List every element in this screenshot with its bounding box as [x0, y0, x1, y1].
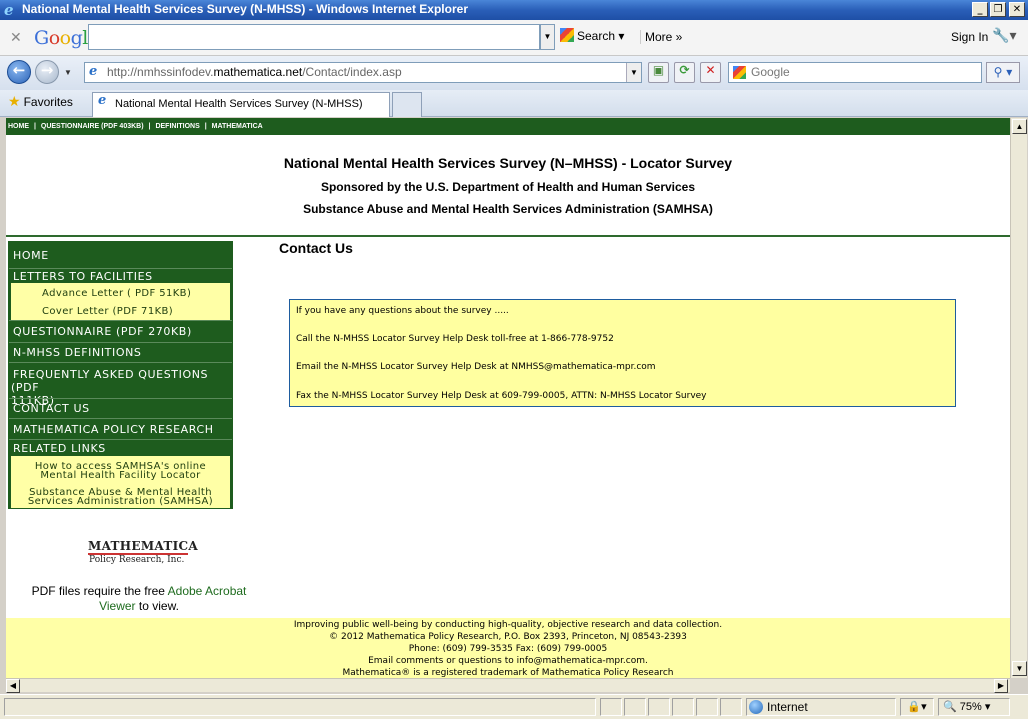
- menu-item-faq[interactable]: FREQUENTLY ASKED QUESTIONS (PDF 111KB): [9, 362, 232, 407]
- menu-item-contact[interactable]: CONTACT US: [9, 398, 232, 418]
- menu-item-related-links: RELATED LINKS: [9, 439, 232, 457]
- samhsa-locator-link[interactable]: How to access SAMHSA's online Mental Heal…: [11, 462, 230, 482]
- search-box-input[interactable]: Google: [728, 62, 982, 83]
- contact-fax: Fax the N-MHSS Locator Survey Help Desk …: [296, 391, 707, 401]
- horizontal-scrollbar[interactable]: ◀ ▶: [6, 678, 1010, 693]
- page-header: National Mental Health Services Survey (…: [6, 135, 1010, 237]
- status-cell: [600, 698, 622, 716]
- logo-name: MATHEMATICA: [88, 539, 198, 555]
- favorites-button[interactable]: ★ Favorites: [8, 94, 73, 110]
- google-more-button[interactable]: More »: [640, 30, 682, 44]
- top-nav: HOME | QUESTIONNAIRE (PDF 403KB) | DEFIN…: [6, 118, 1010, 135]
- tab-active[interactable]: e National Mental Health Services Survey…: [92, 92, 390, 117]
- page-icon: e: [98, 93, 107, 108]
- menu-item-definitions[interactable]: N-MHSS DEFINITIONS: [9, 342, 232, 362]
- footer-email: Email comments or questions to info@math…: [368, 656, 648, 666]
- status-bar: Internet 🔒▾ 🔍 75% ▾: [0, 694, 1028, 719]
- protected-mode-icon[interactable]: 🔒▾: [900, 698, 934, 716]
- status-text: [4, 698, 596, 716]
- page-sponsor: Sponsored by the U.S. Department of Heal…: [320, 180, 696, 194]
- forward-button[interactable]: →: [35, 60, 59, 84]
- search-go-button[interactable]: ⚲ ▾: [986, 62, 1020, 83]
- letters-submenu: Advance Letter ( PDF 51KB) Cover Letter …: [11, 283, 230, 320]
- address-bar-row: ← → ▼ e http://nmhssinfodev.mathematica.…: [0, 56, 1028, 90]
- mathematica-logo[interactable]: MATHEMATICA Policy Research, Inc.: [88, 539, 198, 565]
- topnav-definitions-link[interactable]: DEFINITIONS: [155, 123, 199, 130]
- window-titlebar: e National Mental Health Services Survey…: [0, 0, 1028, 20]
- google-search-button[interactable]: Search ▾: [560, 28, 624, 43]
- google-search-input[interactable]: [88, 24, 540, 50]
- ie-logo-icon: e: [4, 1, 14, 19]
- contact-email: Email the N-MHSS Locator Survey Help Des…: [296, 362, 656, 372]
- refresh-icon[interactable]: ⟳: [674, 62, 695, 83]
- contact-intro: If you have any questions about the surv…: [296, 306, 509, 316]
- page-footer: Improving public well-being by conductin…: [6, 618, 1010, 678]
- globe-icon: [749, 700, 763, 714]
- minimize-button[interactable]: _: [972, 2, 988, 17]
- new-tab-button[interactable]: [392, 92, 422, 117]
- scroll-up-icon[interactable]: ▲: [1012, 119, 1027, 134]
- topnav-questionnaire-link[interactable]: QUESTIONNAIRE (PDF 403KB): [41, 123, 144, 130]
- contact-phone: Call the N-MHSS Locator Survey Help Desk…: [296, 334, 614, 344]
- menu-item-letters[interactable]: LETTERS TO FACILITIES: [9, 268, 232, 284]
- security-zone[interactable]: Internet: [746, 698, 896, 716]
- recent-pages-dropdown[interactable]: ▼: [64, 68, 72, 77]
- google-toolbar: ✕ Google ▼ Search ▾ More » Sign In 🔧▾: [0, 20, 1028, 56]
- adobe-acrobat-link[interactable]: Adobe Acrobat: [168, 584, 247, 598]
- toolbar-close-icon[interactable]: ✕: [10, 30, 22, 46]
- status-cell: [648, 698, 670, 716]
- page-agency: Substance Abuse and Mental Health Servic…: [303, 202, 713, 216]
- google-signin-link[interactable]: Sign In: [951, 30, 988, 44]
- page-icon: e: [89, 64, 98, 79]
- menu-item-questionnaire[interactable]: QUESTIONNAIRE (PDF 270KB): [9, 320, 232, 342]
- scroll-left-icon[interactable]: ◀: [6, 679, 20, 693]
- related-links-submenu: How to access SAMHSA's online Mental Heal…: [11, 456, 230, 508]
- wrench-icon[interactable]: 🔧▾: [992, 28, 1016, 44]
- scroll-down-icon[interactable]: ▼: [1012, 661, 1027, 676]
- google-search-dropdown[interactable]: ▼: [540, 24, 555, 50]
- page-viewport: HOME | QUESTIONNAIRE (PDF 403KB) | DEFIN…: [6, 118, 1010, 678]
- topnav-divider: |: [204, 123, 207, 130]
- vertical-scrollbar[interactable]: ▲ ▼: [1010, 118, 1027, 678]
- topnav-home-link[interactable]: HOME: [8, 123, 29, 130]
- compatibility-view-icon[interactable]: ▣: [648, 62, 669, 83]
- back-button[interactable]: ←: [7, 60, 31, 84]
- advance-letter-link[interactable]: Advance Letter ( PDF 51KB): [11, 289, 230, 299]
- contact-heading: Contact Us: [279, 240, 353, 256]
- status-cell: [696, 698, 718, 716]
- zoom-control[interactable]: 🔍 75% ▾: [938, 698, 1010, 716]
- status-cell: [672, 698, 694, 716]
- star-icon: ★: [8, 94, 21, 110]
- footer-copyright: © 2012 Mathematica Policy Research, P.O.…: [329, 632, 687, 642]
- adobe-viewer-link[interactable]: Viewer: [99, 599, 135, 613]
- left-menu: HOME LETTERS TO FACILITIES Advance Lette…: [8, 241, 233, 509]
- logo-subtitle: Policy Research, Inc.: [89, 555, 185, 565]
- menu-item-mathematica[interactable]: MATHEMATICA POLICY RESEARCH: [9, 418, 232, 439]
- footer-trademark: Mathematica® is a registered trademark o…: [342, 668, 674, 678]
- topnav-divider: |: [33, 123, 36, 130]
- google-g-icon: [560, 28, 574, 42]
- window-title: National Mental Health Services Survey (…: [22, 2, 468, 16]
- cover-letter-link[interactable]: Cover Letter (PDF 71KB): [11, 307, 230, 317]
- google-g-icon: [733, 66, 746, 79]
- address-dropdown[interactable]: ▼: [626, 63, 641, 82]
- samhsa-link[interactable]: Substance Abuse & Mental Health Services …: [11, 488, 230, 508]
- status-cell: [624, 698, 646, 716]
- maximize-button[interactable]: ❐: [990, 2, 1006, 17]
- stop-icon[interactable]: ✕: [700, 62, 721, 83]
- status-cell: [720, 698, 742, 716]
- footer-mission: Improving public well-being by conductin…: [293, 620, 723, 630]
- menu-item-home[interactable]: HOME: [9, 246, 232, 268]
- topnav-divider: |: [148, 123, 151, 130]
- scroll-right-icon[interactable]: ▶: [994, 679, 1008, 693]
- topnav-mathematica-link[interactable]: MATHEMATICA: [212, 123, 263, 130]
- address-input[interactable]: e http://nmhssinfodev.mathematica.net/Co…: [84, 62, 642, 83]
- pdf-note: PDF files require the free Adobe Acrobat…: [31, 584, 247, 613]
- favorites-bar: ★ Favorites e National Mental Health Serv…: [0, 90, 1028, 117]
- close-button[interactable]: ✕: [1009, 2, 1025, 17]
- page-title: National Mental Health Services Survey (…: [283, 155, 733, 171]
- footer-phone: Phone: (609) 799-3535 Fax: (609) 799-000…: [408, 644, 608, 654]
- contact-box: If you have any questions about the surv…: [289, 299, 956, 407]
